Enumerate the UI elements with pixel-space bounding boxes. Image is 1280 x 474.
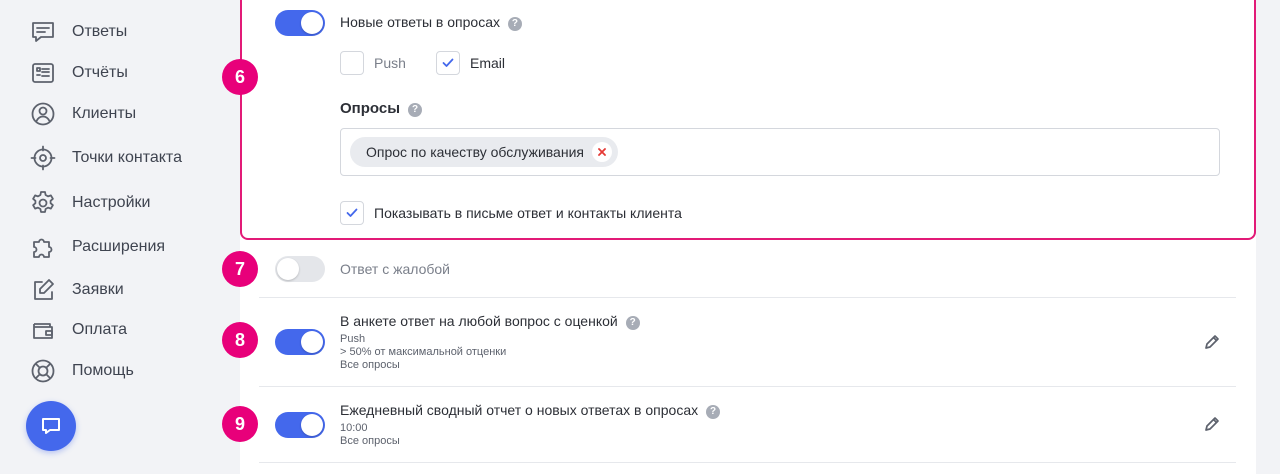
edit-button[interactable] (1201, 331, 1223, 353)
sidebar-item-label: Точки контакта (72, 149, 182, 166)
complaint-title: Ответ с жалобой (340, 261, 450, 277)
chat-lines-icon (30, 19, 56, 45)
pencil-icon (1204, 334, 1220, 350)
show-in-email-label: Показывать в письме ответ и контакты кли… (374, 205, 682, 221)
sidebar-item-reports[interactable]: Отчёты (30, 59, 128, 87)
surveys-select[interactable]: Опрос по качеству обслуживания (340, 128, 1220, 176)
rating-answer-title: В анкете ответ на любой вопрос с оценкой… (340, 313, 640, 330)
check-icon (442, 58, 454, 68)
surveys-label: Опросы? (340, 100, 423, 117)
new-responses-toggle[interactable] (275, 10, 325, 36)
daily-report-surveys: Все опросы (340, 435, 400, 447)
sidebar-item-label: Настройки (72, 194, 151, 211)
step-badge: 8 (222, 322, 258, 358)
user-circle-icon (30, 101, 56, 127)
remove-tag-button[interactable] (591, 142, 612, 162)
chat-bubble-icon (40, 415, 62, 437)
wallet-icon (30, 317, 56, 343)
check-icon (346, 208, 358, 218)
survey-tag: Опрос по качеству обслуживания (350, 137, 618, 167)
push-label: Push (374, 55, 406, 71)
sidebar-item-help[interactable]: Помощь (30, 357, 134, 385)
step-badge: 7 (222, 251, 258, 287)
rating-answer-threshold: > 50% от максимальной отценки (340, 346, 507, 358)
help-icon[interactable]: ? (408, 102, 423, 117)
help-icon[interactable]: ? (625, 315, 640, 330)
edit-button[interactable] (1201, 413, 1223, 435)
sidebar-item-requests[interactable]: Заявки (30, 276, 124, 304)
report-list-icon (30, 60, 56, 86)
step-badge: 9 (222, 406, 258, 442)
sidebar-item-settings[interactable]: Настройки (30, 189, 150, 217)
daily-report-title: Ежедневный сводный отчет о новых ответах… (340, 402, 721, 419)
chat-button[interactable] (26, 401, 76, 451)
sidebar-item-label: Клиенты (72, 105, 137, 122)
sidebar-item-clients[interactable]: Клиенты (30, 100, 136, 128)
rating-answer-surveys: Все опросы (340, 359, 400, 371)
gear-icon (30, 190, 56, 216)
sidebar-item-responses[interactable]: Ответы (30, 18, 127, 46)
complaint-toggle[interactable] (275, 256, 325, 282)
sidebar-item-payment[interactable]: Оплата (30, 316, 127, 344)
sidebar-item-label: Отчёты (72, 64, 128, 81)
sidebar-item-label: Помощь (72, 362, 134, 379)
push-checkbox[interactable] (340, 51, 364, 75)
help-icon[interactable]: ? (706, 404, 721, 419)
show-in-email-checkbox[interactable] (340, 201, 364, 225)
rating-answer-toggle[interactable] (275, 329, 325, 355)
rating-answer-channel: Push (340, 333, 366, 345)
survey-tag-label: Опрос по качеству обслуживания (366, 144, 584, 160)
step-badge: 6 (222, 59, 258, 95)
email-label: Email (470, 55, 506, 71)
pencil-icon (1204, 416, 1220, 432)
highlight-frame (240, 0, 1256, 240)
divider (259, 297, 1236, 298)
sidebar-item-extensions[interactable]: Расширения (30, 233, 165, 261)
puzzle-icon (30, 234, 56, 260)
new-responses-title: Новые ответы в опросах? (340, 14, 522, 31)
sidebar: Ответы Отчёты Клиенты Точки контакта Нас… (0, 0, 240, 474)
sidebar-item-touchpoints[interactable]: Точки контакта (30, 144, 182, 172)
sidebar-item-label: Заявки (72, 281, 124, 298)
sidebar-item-label: Ответы (72, 23, 128, 40)
divider (259, 462, 1236, 463)
help-icon[interactable]: ? (507, 16, 522, 31)
divider (259, 386, 1236, 387)
email-checkbox[interactable] (436, 51, 460, 75)
daily-report-toggle[interactable] (275, 412, 325, 438)
sidebar-item-label: Оплата (72, 321, 128, 338)
close-icon (598, 148, 606, 156)
crosshair-icon (30, 145, 56, 171)
daily-report-time: 10:00 (340, 422, 368, 434)
edit-square-icon (30, 277, 56, 303)
sidebar-item-label: Расширения (72, 238, 166, 255)
lifebuoy-icon (30, 358, 56, 384)
